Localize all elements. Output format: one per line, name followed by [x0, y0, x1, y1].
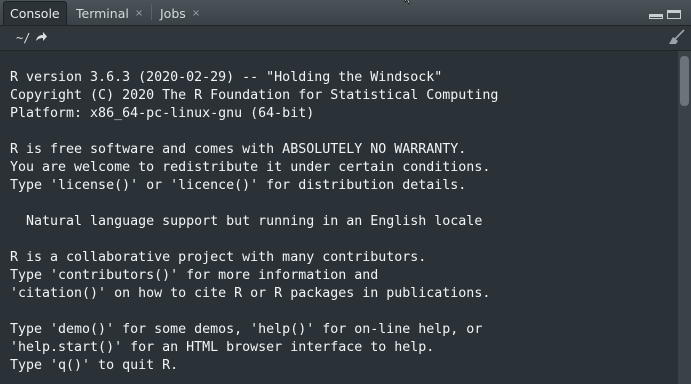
- console-line: Type 'contributors()' for more informati…: [10, 268, 379, 283]
- console-line: Type 'demo()' for some demos, 'help()' f…: [10, 322, 483, 337]
- console-line: Copyright (C) 2020 The R Foundation for …: [10, 88, 499, 103]
- close-terminal-icon[interactable]: ×: [135, 8, 143, 19]
- tab-terminal-label: Terminal: [76, 5, 129, 21]
- broom-icon[interactable]: [666, 29, 686, 45]
- tab-console-label: Console: [10, 6, 60, 21]
- close-jobs-icon[interactable]: ×: [192, 8, 200, 19]
- maximize-icon[interactable]: [667, 10, 681, 19]
- console-line: 'citation()' on how to cite R or R packa…: [10, 286, 491, 301]
- mouse-cursor-icon: [404, 0, 411, 5]
- tab-terminal[interactable]: Terminal ×: [70, 1, 148, 25]
- tab-jobs[interactable]: Jobs ×: [154, 1, 210, 25]
- console-toolbar: ~/: [0, 26, 691, 51]
- console-line: Platform: x86_64-pc-linux-gnu (64-bit): [10, 106, 315, 121]
- arrow-forward-icon[interactable]: [34, 30, 48, 44]
- console-output-text: R version 3.6.3 (2020-02-29) -- "Holding…: [10, 69, 498, 375]
- console-output-area[interactable]: R version 3.6.3 (2020-02-29) -- "Holding…: [0, 51, 678, 384]
- tab-console[interactable]: Console: [3, 1, 67, 25]
- console-line: You are welcome to redistribute it under…: [10, 160, 491, 175]
- console-line: Natural language support but running in …: [10, 214, 483, 229]
- console-line: R is free software and comes with ABSOLU…: [10, 142, 467, 157]
- console-line: R is a collaborative project with many c…: [10, 250, 427, 265]
- tab-divider: [151, 4, 152, 20]
- working-directory-path: ~/: [16, 31, 31, 45]
- console-line: Type 'license()' or 'licence()' for dist…: [10, 178, 467, 193]
- console-line: Type 'q()' to quit R.: [10, 358, 179, 373]
- tab-jobs-label: Jobs: [160, 5, 186, 21]
- minimize-icon[interactable]: [649, 14, 663, 19]
- console-line: R version 3.6.3 (2020-02-29) -- "Holding…: [10, 70, 443, 85]
- console-line: 'help.start()' for an HTML browser inter…: [10, 340, 435, 355]
- pane-tab-bar: Console Terminal × Jobs ×: [0, 0, 691, 26]
- scrollbar-thumb[interactable]: [680, 56, 689, 106]
